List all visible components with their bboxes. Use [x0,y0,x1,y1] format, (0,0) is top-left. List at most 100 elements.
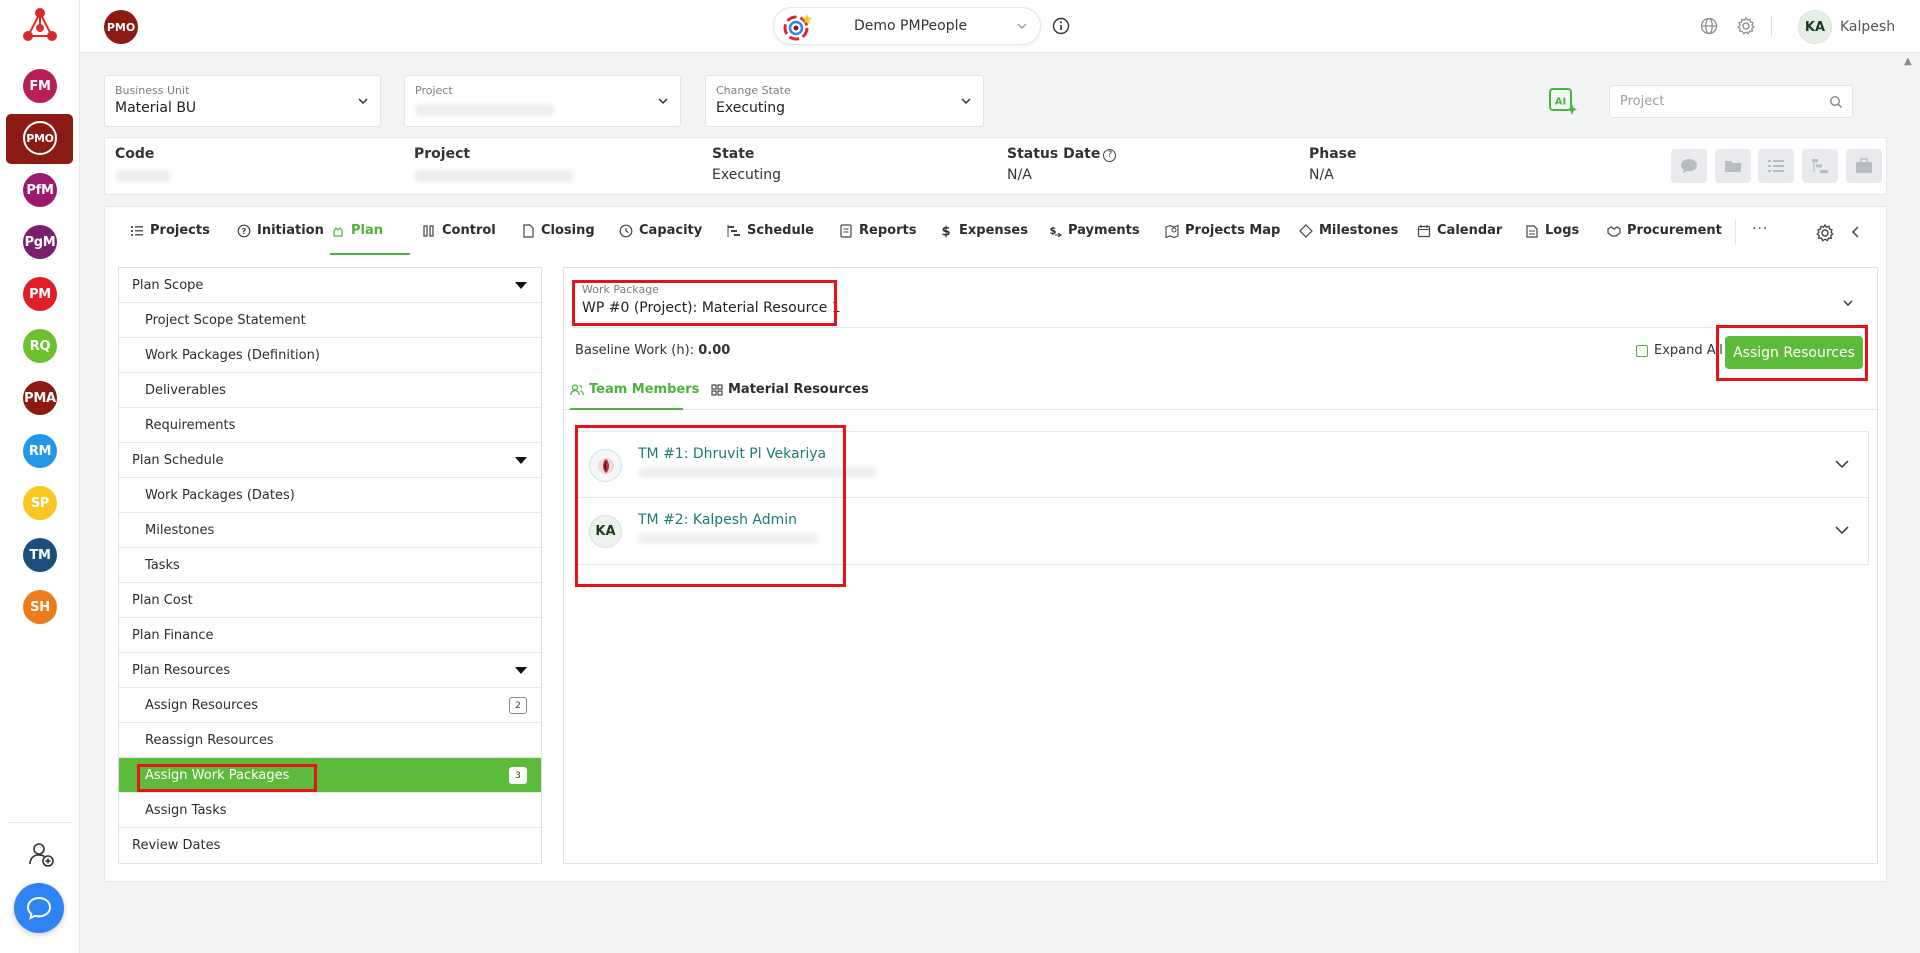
rail-item-sp[interactable]: SP [23,486,57,520]
tab-material-resources[interactable]: Material Resources [711,382,869,397]
sidebar-item-plan-resources[interactable]: Plan Resources [119,653,541,688]
rail-item-pm[interactable]: PM [23,277,57,311]
sidebar-item-work-packages-definition[interactable]: Work Packages (Definition) [119,338,541,373]
change-state-value: Executing [716,100,786,116]
list-item[interactable]: TM #1: Dhruvit Pl Vekariya [577,432,1868,498]
user-avatar: KA [1798,10,1832,44]
member-email-redacted [638,467,878,478]
sidebar-item-milestones[interactable]: Milestones [119,513,541,548]
tab-logs[interactable]: Logs [1525,223,1579,238]
sidebar-item-project-scope-statement[interactable]: Project Scope Statement [119,303,541,338]
sidebar-item-assign-resources[interactable]: Assign Resources 2 [119,688,541,723]
payment-icon: $ [1050,226,1062,237]
hierarchy-button[interactable] [1802,149,1838,183]
help-icon[interactable]: ? [1103,149,1117,162]
caret-down-icon[interactable] [515,457,527,464]
project-search[interactable]: Project [1609,85,1853,118]
change-state-select[interactable]: Change State Executing [705,75,984,127]
tab-reports[interactable]: Reports [839,223,916,238]
sidebar-item-label: Plan Finance [132,627,214,643]
workspace-selector[interactable]: Demo PMPeople [773,7,1041,45]
list-view-button[interactable] [1758,149,1794,183]
business-unit-select[interactable]: Business Unit Material BU [104,75,381,127]
chevron-down-icon[interactable] [1834,522,1850,538]
assign-work-packages-panel: Work Package WP #0 (Project): Material R… [563,267,1878,864]
sidebar-item-review-dates[interactable]: Review Dates [119,828,541,863]
user-menu[interactable]: KA Kalpesh [1798,10,1895,44]
list-item[interactable]: KA TM #2: Kalpesh Admin [577,498,1868,564]
rail-item-pmo[interactable]: PMO [23,121,57,155]
rail-item-sh[interactable]: SH [23,590,57,624]
scrollbar-arrow-up-icon[interactable]: ▲ [1904,56,1912,67]
sidebar-item-tasks[interactable]: Tasks [119,548,541,583]
tab-closing[interactable]: Closing [521,223,595,238]
sidebar-item-requirements[interactable]: Requirements [119,408,541,443]
project-select[interactable]: Project [404,75,681,127]
rail-item-tm[interactable]: TM [23,538,57,572]
expand-all-checkbox[interactable] [1636,344,1648,357]
chevron-down-icon [961,98,971,105]
sidebar-item-plan-finance[interactable]: Plan Finance [119,618,541,653]
sidebar-item-deliverables[interactable]: Deliverables [119,373,541,408]
portfolio-button[interactable] [1846,149,1882,183]
tab-schedule[interactable]: Schedule [727,223,814,238]
member-email-redacted [638,533,818,544]
rail-item-pgm[interactable]: PgM [23,225,57,259]
folder-icon [1725,161,1741,172]
chevron-down-icon[interactable] [1834,456,1850,472]
tab-plan[interactable]: Plan [331,223,383,238]
tab-team-members-label: Team Members [589,382,700,397]
tab-procurement[interactable]: Procurement [1607,223,1722,238]
chat-button[interactable] [14,883,64,933]
tab-capacity[interactable]: Capacity [619,223,702,238]
sidebar-item-work-packages-dates[interactable]: Work Packages (Dates) [119,478,541,513]
work-package-select[interactable]: Work Package WP #0 (Project): Material R… [572,276,1869,328]
sidebar-item-label: Milestones [145,522,215,538]
collapse-chevron-left-icon[interactable] [1850,225,1862,239]
sidebar-item-plan-schedule[interactable]: Plan Schedule [119,443,541,478]
question-circle-icon: ? [237,224,251,237]
tab-initiation[interactable]: ? Initiation [237,223,324,238]
rail-item-pma[interactable]: PMA [23,381,57,415]
member-name[interactable]: TM #1: Dhruvit Pl Vekariya [638,446,826,462]
tab-calendar[interactable]: Calendar [1417,223,1502,238]
sidebar-item-assign-tasks[interactable]: Assign Tasks [119,793,541,828]
more-tabs-button[interactable]: ··· [1752,221,1768,237]
project-heading: Project [414,146,471,162]
documents-button[interactable] [1715,149,1751,183]
ai-assistant-icon[interactable]: AI [1548,86,1578,116]
globe-icon[interactable] [1699,16,1719,36]
comments-button[interactable] [1671,149,1707,183]
app-badge[interactable]: PMO [104,10,138,44]
rail-item-rq[interactable]: RQ [23,329,57,363]
rail-item-rm[interactable]: RM [23,434,57,468]
caret-down-icon[interactable] [515,282,527,289]
app-logo-icon[interactable] [18,4,62,48]
sidebar-item-assign-work-packages[interactable]: Assign Work Packages 3 [119,758,541,793]
tab-milestones[interactable]: Milestones [1299,223,1398,238]
tab-projects-map[interactable]: Projects Map [1165,223,1280,238]
rail-item-pfm[interactable]: PfM [23,173,57,207]
rail-item-fm[interactable]: FM [23,69,57,103]
tab-projects[interactable]: Projects [130,223,210,238]
settings-gear-icon[interactable] [1736,16,1756,36]
member-name[interactable]: TM #2: Kalpesh Admin [638,512,797,528]
tab-label: Schedule [747,223,814,238]
tab-label: Closing [541,223,595,238]
hand-icon [333,226,343,237]
info-icon[interactable] [1052,17,1070,35]
caret-down-icon[interactable] [515,667,527,674]
sidebar-item-plan-scope[interactable]: Plan Scope [119,268,541,303]
sidebar-item-plan-cost[interactable]: Plan Cost [119,583,541,618]
tab-control[interactable]: Control [422,223,496,238]
assign-resources-button[interactable]: Assign Resources [1725,336,1863,369]
tab-expenses[interactable]: $ Expenses [939,223,1027,238]
add-user-icon[interactable] [27,840,55,868]
expand-all-toggle[interactable]: Expand All [1636,343,1723,358]
tab-settings-gear-icon[interactable] [1815,223,1835,243]
tab-team-members[interactable]: Team Members [570,382,699,397]
sidebar-item-reassign-resources[interactable]: Reassign Resources [119,723,541,758]
sidebar-item-label: Tasks [145,557,180,573]
tab-payments[interactable]: $ Payments [1048,223,1140,238]
sidebar-item-label: Review Dates [132,838,221,853]
